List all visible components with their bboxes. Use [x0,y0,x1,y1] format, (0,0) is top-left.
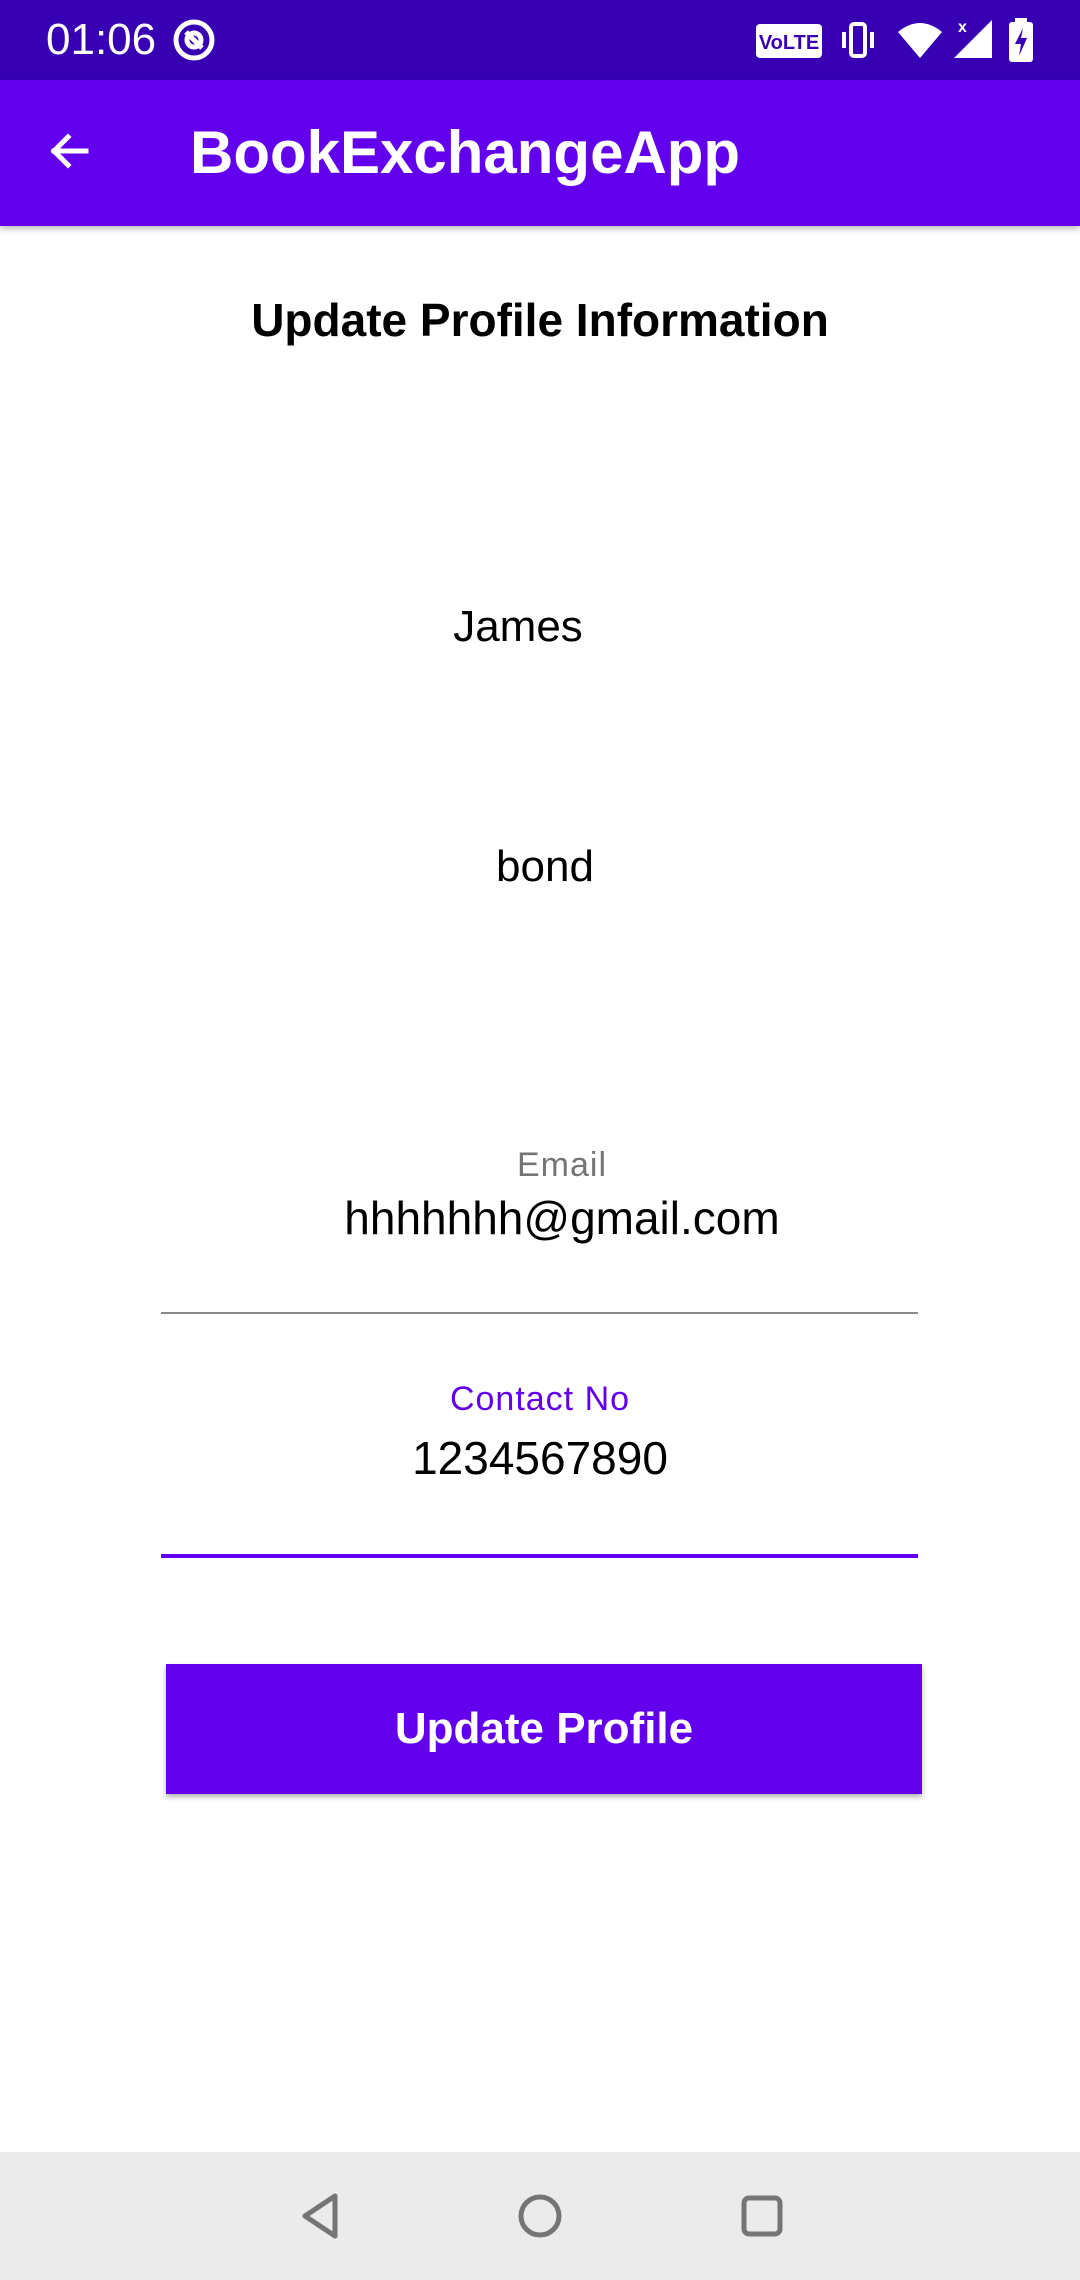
contact-underline [161,1554,918,1558]
contact-input[interactable] [160,1430,920,1486]
app-bar: BookExchangeApp [0,80,1080,226]
update-profile-button[interactable]: Update Profile [166,1664,922,1794]
last-name-text: bond [496,842,594,891]
battery-charging-icon [1008,18,1034,67]
status-time: 01:06 [46,15,157,64]
back-triangle-icon[interactable] [291,2186,351,2246]
page-title: Update Profile Information [251,294,829,346]
at-sign-icon [172,18,216,67]
vibrate-icon [840,20,876,65]
back-button[interactable] [34,117,106,189]
email-input[interactable] [182,1190,942,1246]
svg-text:x: x [958,19,967,36]
navigation-bar [0,2152,1080,2280]
signal-icon: x [952,18,998,65]
email-label: Email [516,1146,608,1184]
app-title: BookExchangeApp [190,119,741,186]
volte-icon: VoLTE [756,24,822,63]
wifi-icon [896,20,944,65]
volte-label: VoLTE [759,32,819,54]
email-underline [161,1312,918,1314]
contact-label: Contact No [449,1380,631,1418]
status-bar: 01:06 VoLTE x [0,0,1080,80]
first-name-text: James [453,602,583,651]
arrow-left-icon [46,127,94,180]
home-circle-icon[interactable] [510,2186,570,2246]
recents-square-icon[interactable] [732,2186,792,2246]
